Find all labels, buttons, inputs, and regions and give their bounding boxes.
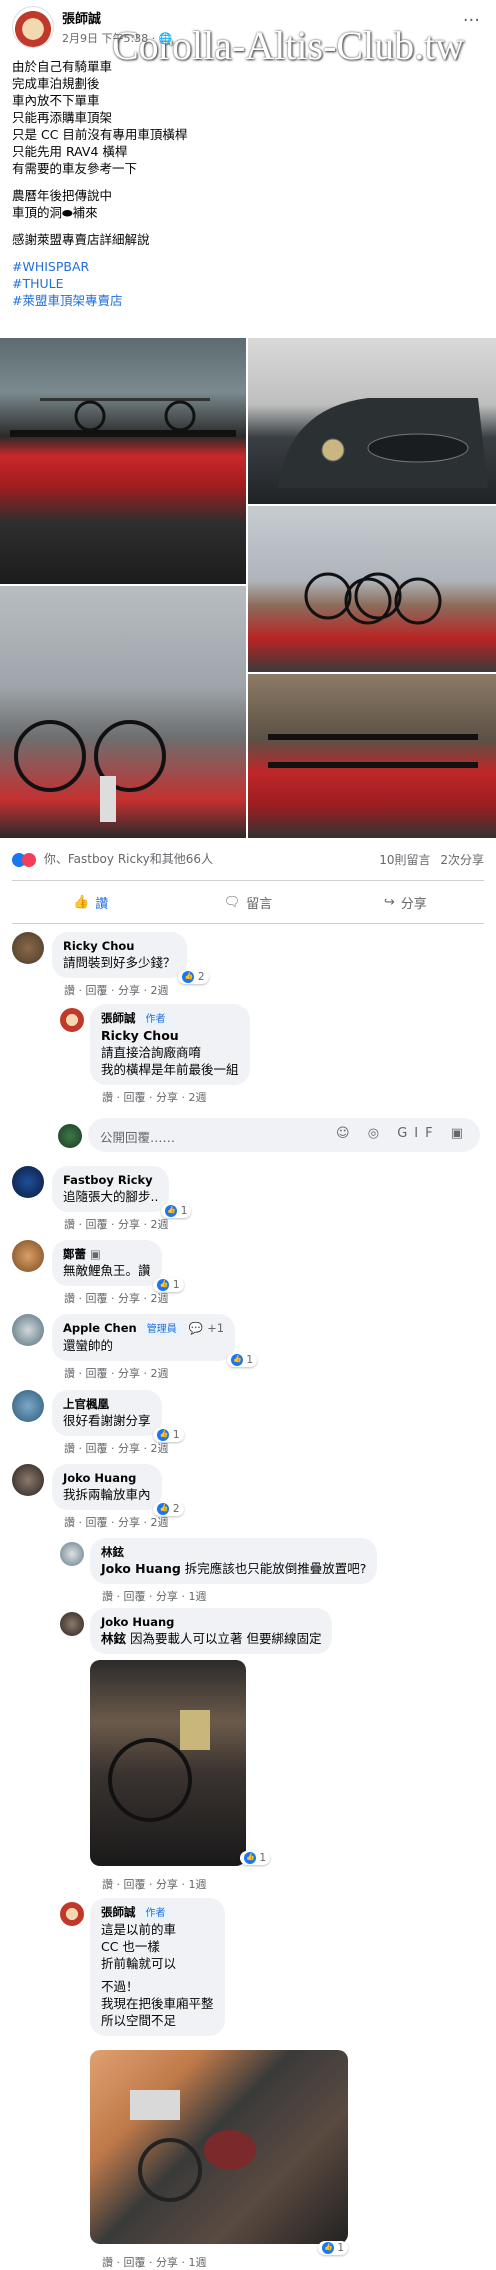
comment-actions[interactable]: 讚 · 回覆 · 分享 · 1週 <box>102 2254 206 2270</box>
commenter-name[interactable]: Joko Huang <box>63 1471 151 1486</box>
mention-link[interactable]: 林鉉 <box>101 1631 126 1646</box>
commenter-name[interactable]: 林鉉 <box>101 1545 366 1560</box>
comment: Joko Huang我拆兩輪放車內 2 讚 · 回覆 · 分享 · 2週 <box>52 1464 184 1530</box>
post-stats: 你、Fastboy Ricky和其他66人 10則留言 2次分享 <box>12 850 484 870</box>
comment-like-count[interactable]: 2 <box>153 1502 184 1516</box>
commenter-avatar[interactable] <box>12 932 44 964</box>
commenter-name[interactable]: 張師誠 <box>101 1905 136 1919</box>
post-line: 只能先用 RAV4 橫桿 <box>12 144 128 159</box>
commenter-avatar[interactable] <box>12 1464 44 1496</box>
comment-button[interactable]: 🗨 留言 <box>169 881 326 923</box>
author-badge: 作者 <box>141 1013 170 1026</box>
commenter-avatar[interactable] <box>12 1166 44 1198</box>
reply-input[interactable]: 公開回覆…… ☺ ◎ GIF ▣ <box>88 1118 480 1152</box>
comment-actions[interactable]: 讚 · 回覆 · 分享 · 2週 <box>64 1290 168 1306</box>
comment-like-count[interactable]: 1 <box>318 2236 349 2255</box>
commenter-name[interactable]: Ricky Chou <box>63 939 176 954</box>
commenter-name[interactable]: Apple Chen <box>63 1321 137 1335</box>
mention-link[interactable]: Joko Huang <box>101 1561 181 1576</box>
share-icon: ↪ <box>383 894 395 910</box>
thumbs-up-icon: 👍 <box>73 894 90 910</box>
post-line: 只能再添購車頂架 <box>12 110 113 125</box>
commenter-avatar[interactable] <box>60 1542 84 1566</box>
post-body: 由於自己有騎單車 完成車泊規劃後 車內放不下單車 只能再添購車頂架 只是 CC … <box>12 58 482 309</box>
commenter-name[interactable]: 鄭蕾 <box>63 1247 86 1261</box>
comment-like-count[interactable]: 1 <box>227 1353 258 1367</box>
comment: Apple Chen管理員 💬 +1還蠻帥的 1 讚 · 回覆 · 分享 · 2… <box>52 1314 258 1381</box>
hashtag-link[interactable]: #WHISPBAR <box>12 258 482 275</box>
comment-actions[interactable]: 讚 · 回覆 · 分享 · 2週 <box>64 1216 169 1232</box>
reaction-summary[interactable]: 你、Fastboy Ricky和其他66人 <box>44 852 213 866</box>
author-badge: 作者 <box>141 1907 170 1920</box>
admin-badge: 管理員 <box>142 1323 181 1336</box>
post-line: 農曆年後把傳說中 <box>12 188 113 203</box>
photo-roof-front[interactable] <box>0 338 246 584</box>
photo-bikes-side[interactable] <box>0 586 246 838</box>
comment-actions[interactable]: 讚 · 回覆 · 分享 · 1週 <box>102 1876 206 1892</box>
photo-whispbar-closeup[interactable] <box>248 338 496 504</box>
photo-rear-roof[interactable] <box>248 674 496 838</box>
mention-link[interactable]: Ricky Chou <box>101 1027 239 1044</box>
comment-actions[interactable]: 讚 · 回覆 · 分享 · 1週 <box>102 1588 377 1604</box>
comment: Ricky Chou請問裝到好多少錢？ 2 讚 · 回覆 · 分享 · 2週 <box>52 932 209 998</box>
reply-tools-icon[interactable]: ☺ ◎ GIF ▣ <box>336 1126 470 1141</box>
comment: 鄭蕾 ▣無敵鯉魚王。讚 1 讚 · 回覆 · 分享 · 2週 <box>52 1240 184 1306</box>
comment-actions[interactable]: 讚 · 回覆 · 分享 · 2週 <box>64 1440 168 1456</box>
comment-like-count[interactable]: 1 <box>153 1278 184 1292</box>
commenter-name[interactable]: 張師誠 <box>101 1011 136 1025</box>
post-line: 車頂的洞⬬補來 <box>12 205 98 220</box>
commenter-avatar[interactable] <box>12 1314 44 1346</box>
message-icon: 💬 <box>188 1321 204 1335</box>
more-options-icon[interactable]: ··· <box>463 10 480 31</box>
photo-bikes-on-roof[interactable] <box>248 506 496 672</box>
commenter-name[interactable]: 上官楓凰 <box>63 1397 151 1412</box>
comment-reply: Joko Huang 林鉉 因為要載人可以立著 但要綁線固定 <box>90 1608 333 1654</box>
my-avatar <box>58 1124 82 1148</box>
comment-reply: 林鉉 Joko Huang 拆完應該也只能放倒推疊放置吧? 讚 · 回覆 · 分… <box>90 1538 378 1604</box>
like-button[interactable]: 👍 讚 <box>12 881 169 923</box>
post-line: 車內放不下單車 <box>12 93 100 108</box>
love-reaction-icon <box>22 852 36 867</box>
commenter-name[interactable]: Joko Huang <box>101 1615 321 1630</box>
comment-icon: 🗨 <box>223 894 241 910</box>
commenter-avatar[interactable] <box>12 1240 44 1272</box>
comment: 上官楓凰很好看謝謝分享 1 讚 · 回覆 · 分享 · 2週 <box>52 1390 184 1456</box>
comment-photo[interactable] <box>90 1660 246 1866</box>
comment-reply: 張師誠 作者 Ricky Chou 請直接洽詢廠商唷 我的橫桿是年前最後一組 讚 ·… <box>90 1004 250 1105</box>
commenter-avatar[interactable] <box>60 1612 84 1636</box>
commenter-name[interactable]: Fastboy Ricky <box>63 1173 158 1188</box>
hashtag-link[interactable]: #THULE <box>12 275 482 292</box>
photo-grid <box>0 338 496 838</box>
post-line: 完成車泊規劃後 <box>12 76 100 91</box>
comment-actions[interactable]: 讚 · 回覆 · 分享 · 2週 <box>64 1365 235 1381</box>
post-line: 感謝萊盟專賣店詳細解說 <box>12 232 150 247</box>
comment-actions[interactable]: 讚 · 回覆 · 分享 · 2週 <box>102 1089 250 1105</box>
share-button[interactable]: ↪ 分享 <box>327 881 484 923</box>
commenter-avatar[interactable] <box>60 1902 84 1926</box>
share-count[interactable]: 2次分享 <box>440 853 484 867</box>
author-avatar[interactable] <box>12 6 54 48</box>
sticker-icon: ▣ <box>90 1247 101 1261</box>
post-header: 張師誠 2月9日 下午5:38 · 🌐 ··· <box>12 4 484 50</box>
comment-count[interactable]: 10則留言 <box>379 853 430 867</box>
post-timestamp[interactable]: 2月9日 下午5:38 · 🌐 <box>62 30 172 46</box>
comment-like-count[interactable]: 1 <box>153 1428 184 1442</box>
comment-like-count[interactable]: 1 <box>161 1204 192 1218</box>
author-name[interactable]: 張師誠 <box>62 8 101 27</box>
post-actions: 👍 讚 🗨 留言 ↪ 分享 <box>12 880 484 924</box>
post-line: 由於自己有騎單車 <box>12 59 113 74</box>
commenter-avatar[interactable] <box>60 1008 84 1032</box>
comment-actions[interactable]: 讚 · 回覆 · 分享 · 2週 <box>64 982 187 998</box>
commenter-avatar[interactable] <box>12 1390 44 1422</box>
post-line: 只是 CC 目前沒有專用車頂橫桿 <box>12 127 188 142</box>
hashtag-link[interactable]: #萊盟車頂架專賣店 <box>12 292 482 309</box>
comment-photo[interactable] <box>90 2050 348 2244</box>
comment-reply: 張師誠 作者 這是以前的車 CC 也一樣 折前輪就可以 不過！ 我現在把後車廂平整… <box>90 1898 225 2036</box>
comment-like-count[interactable]: 1 <box>240 1846 271 1865</box>
comment-like-count[interactable]: 2 <box>178 970 209 984</box>
comment: Fastboy Ricky追隨張大的腳步.. 1 讚 · 回覆 · 分享 · 2… <box>52 1166 192 1232</box>
post-line: 有需要的車友參考一下 <box>12 161 138 176</box>
comment-actions[interactable]: 讚 · 回覆 · 分享 · 2週 <box>64 1514 168 1530</box>
